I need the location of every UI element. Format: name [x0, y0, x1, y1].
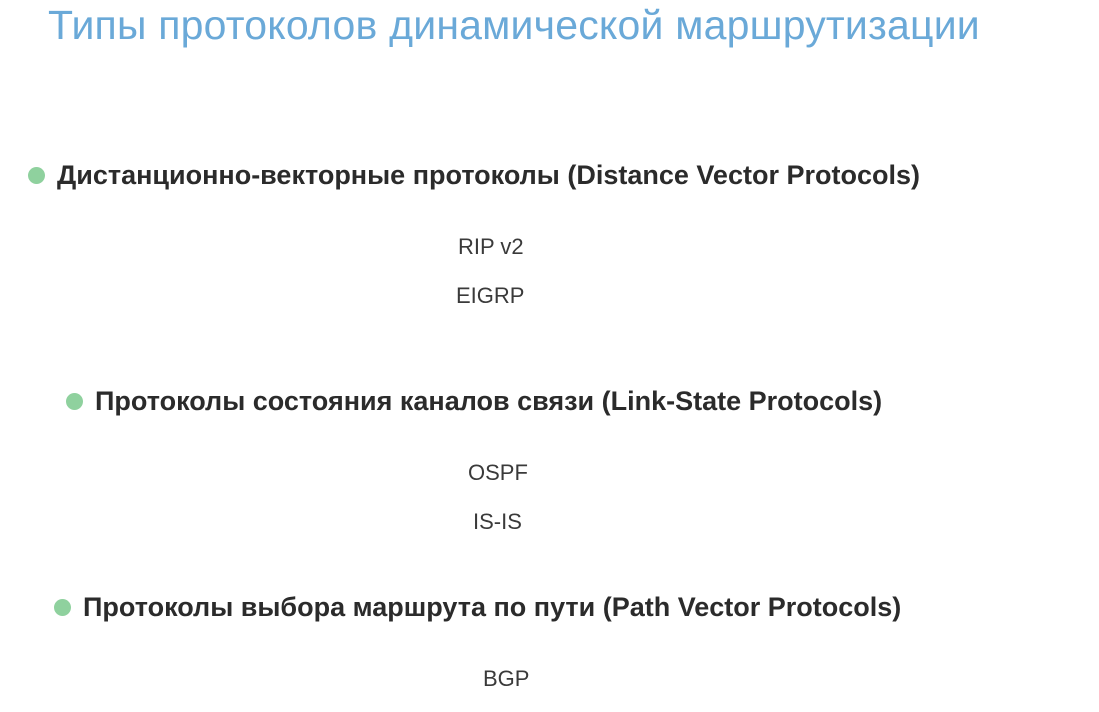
bullet-dot-icon [28, 167, 45, 184]
bullet-dot-icon [54, 599, 71, 616]
protocol-item-eigrp: EIGRP [456, 283, 525, 308]
section-distance-vector: Дистанционно-векторные протоколы (Distan… [28, 160, 920, 191]
protocol-item-bgp: BGP [483, 666, 530, 691]
section-heading: Протоколы выбора маршрута по пути (Path … [83, 592, 902, 622]
slide: Типы протоколов динамической маршрутизац… [0, 0, 1099, 712]
protocol-item-isis: IS-IS [473, 509, 522, 534]
section-link-state: Протоколы состояния каналов связи (Link-… [66, 386, 882, 417]
section-heading: Протоколы состояния каналов связи (Link-… [95, 386, 883, 416]
section-heading: Дистанционно-векторные протоколы (Distan… [57, 160, 920, 190]
protocol-item-rip: RIP v2 [458, 234, 524, 259]
section-path-vector: Протоколы выбора маршрута по пути (Path … [54, 592, 901, 623]
bullet-dot-icon [66, 393, 83, 410]
slide-title: Типы протоколов динамической маршрутизац… [48, 2, 980, 48]
protocol-item-ospf: OSPF [468, 460, 528, 485]
